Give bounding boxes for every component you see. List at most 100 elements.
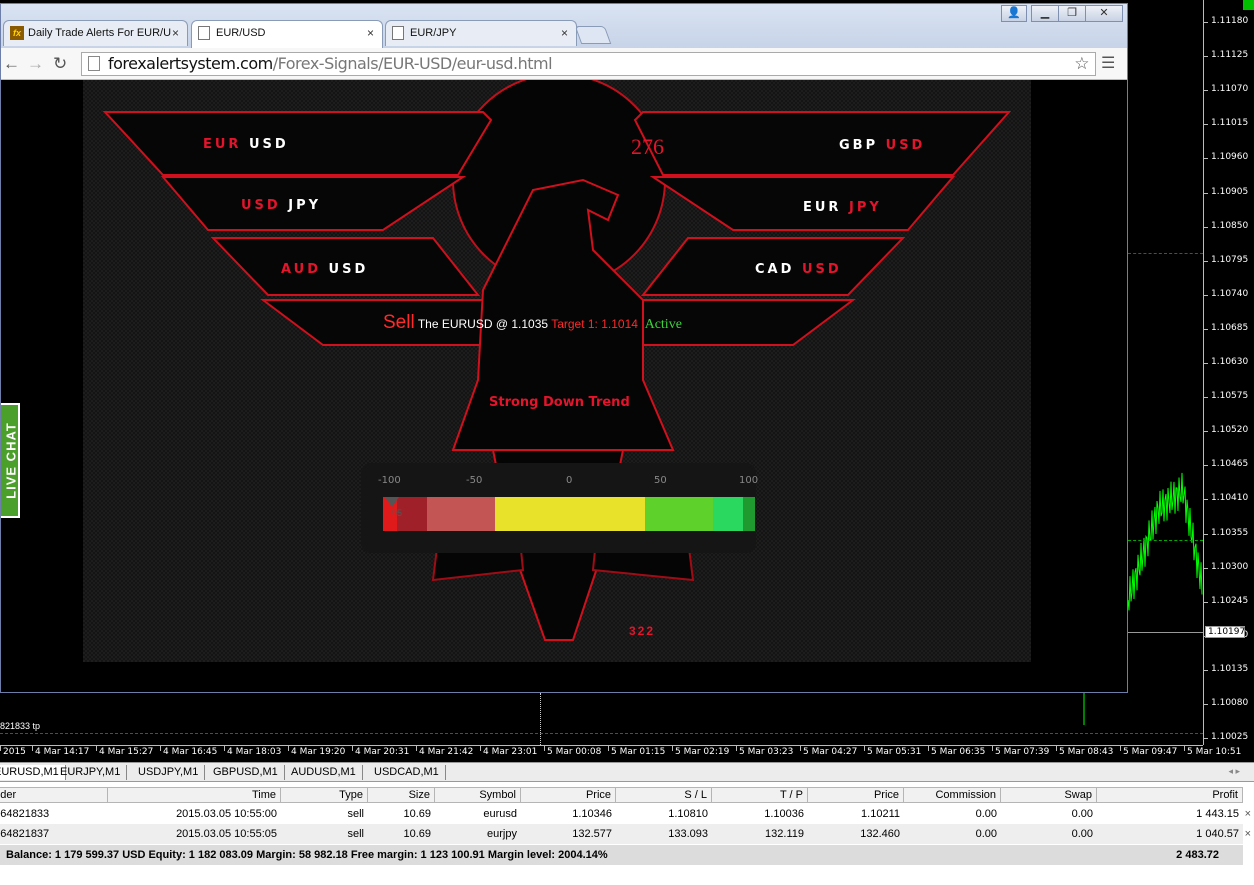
column-header[interactable]: Type (281, 787, 368, 803)
table-row[interactable]: , 164821837 2015.03.05 10:55:05 sell 10.69 e… (0, 824, 1251, 844)
minimize-button[interactable]: ▁ (1031, 5, 1059, 22)
pair-link-gbpusd[interactable]: GBP USD (839, 138, 925, 153)
table-cell: 10.69 (403, 808, 431, 820)
back-icon[interactable]: ← (3, 55, 20, 73)
browser-tab-eurjpy[interactable]: EUR/JPY × (385, 20, 577, 46)
column-header[interactable]: Time (108, 787, 281, 803)
new-tab-button[interactable] (574, 26, 612, 44)
column-header[interactable]: Symbol (435, 787, 521, 803)
symbol-tab[interactable]: USDCAD,M1 (368, 765, 446, 780)
time-tick: 4 Mar 23:01 (480, 746, 537, 757)
signal-target: Target 1: 1.1014 (551, 317, 638, 331)
column-header[interactable]: Order (0, 787, 108, 803)
symbol-tab[interactable]: AUDUSD,M1 (285, 765, 363, 780)
column-header[interactable]: Profit (1097, 787, 1243, 803)
price-tick: 1.10135 (1204, 664, 1254, 674)
column-header[interactable]: Size (368, 787, 435, 803)
table-cell: , 164821833 (0, 808, 50, 820)
column-header[interactable]: Commission (904, 787, 1001, 803)
symbol-tab[interactable]: EURJPY,M1 (54, 765, 128, 780)
table-cell: 1 040.57 (1196, 828, 1239, 840)
web-page: 276 EUR USD USD JPY AUD USD GBP USD EUR … (1, 80, 1127, 692)
column-header[interactable]: S / L (616, 787, 712, 803)
table-cell: 1.10036 (764, 808, 804, 820)
close-icon[interactable]: × (561, 21, 568, 45)
gauge-tick: 100 (739, 475, 759, 486)
signal-line: Sell The EURUSD @ 1.1035 Target 1: 1.101… (383, 312, 682, 334)
table-cell: 2015.03.05 10:55:00 (176, 808, 277, 820)
browser-tab-daily-alerts[interactable]: fx Daily Trade Alerts For EUR/U × (3, 20, 188, 46)
gauge-bar (383, 497, 755, 531)
time-tick: 5 Mar 09:47 (1120, 746, 1177, 757)
table-row[interactable]: , 164821833 2015.03.05 10:55:00 sell 10.69 e… (0, 804, 1251, 824)
price-tick: 1.11070 (1204, 84, 1254, 94)
table-cell: 2015.03.05 10:55:05 (176, 828, 277, 840)
sl-level-line (1128, 253, 1203, 254)
url-host: forexalertsystem.com (108, 54, 273, 73)
signal-status: Active (644, 317, 682, 332)
column-header[interactable]: Swap (1001, 787, 1097, 803)
url-path: /Forex-Signals/EUR-USD/eur-usd.html (272, 54, 553, 73)
address-bar[interactable]: forexalertsystem.com/Forex-Signals/EUR-U… (81, 52, 1096, 76)
time-tick: 5 Mar 07:39 (992, 746, 1049, 757)
table-cell: 1.10211 (861, 808, 900, 820)
time-tick: 5 Mar 02:19 (672, 746, 729, 757)
browser-tab-eurusd[interactable]: EUR/USD × (191, 20, 383, 48)
price-tick: 1.11125 (1204, 50, 1254, 60)
alert-count-bottom: 322 (629, 624, 656, 638)
symbol-tab[interactable]: USDJPY,M1 (132, 765, 206, 780)
trend-label: Strong Down Trend (489, 395, 630, 410)
time-tick: 5 Mar 05:31 (864, 746, 921, 757)
bookmark-star-icon[interactable]: ☆ (1074, 53, 1089, 75)
pair-link-eurjpy[interactable]: EUR JPY (803, 200, 882, 215)
table-cell: 1.10810 (668, 808, 708, 820)
pair-link-audusd[interactable]: AUD USD (281, 262, 368, 277)
window-close-button[interactable]: ✕ (1085, 5, 1123, 22)
close-icon[interactable]: × (367, 21, 374, 45)
table-cell: 132.577 (572, 828, 612, 840)
browser-tab-strip: fx Daily Trade Alerts For EUR/U × EUR/US… (1, 4, 1127, 48)
pair-link-usdjpy[interactable]: USD JPY (241, 198, 321, 213)
close-order-icon[interactable]: × (1245, 804, 1251, 824)
time-tick: 4 Mar 18:03 (224, 746, 281, 757)
signal-action: Sell (383, 312, 415, 333)
column-header[interactable]: Price (521, 787, 616, 803)
signal-text: The EURUSD @ 1.1035 (417, 317, 549, 331)
page-icon (88, 56, 100, 71)
time-tick: 5 Mar 10:51 (1184, 746, 1241, 757)
close-icon[interactable]: × (172, 21, 179, 45)
period-separator (540, 693, 541, 745)
time-tick: 5 Mar 04:27 (800, 746, 857, 757)
tab-label: EUR/USD (216, 27, 266, 39)
time-axis: 2015 4 Mar 14:17 4 Mar 15:27 4 Mar 16:45 4 M… (0, 745, 1241, 762)
maximize-button[interactable]: ❐ (1058, 5, 1086, 22)
price-tick: 1.11180 (1204, 16, 1254, 26)
time-tick: 5 Mar 01:15 (608, 746, 665, 757)
user-icon[interactable]: 👤 (1001, 5, 1027, 22)
symbol-tab[interactable]: GBPUSD,M1 (207, 765, 285, 780)
price-tick: 1.10795 (1204, 255, 1254, 265)
column-header[interactable]: T / P (712, 787, 808, 803)
tab-label: Daily Trade Alerts For EUR/U (28, 27, 172, 39)
time-tick: 4 Mar 14:17 (32, 746, 89, 757)
table-cell: 0.00 (975, 828, 997, 840)
price-tick: 1.10740 (1204, 289, 1254, 299)
price-tick: 1.10850 (1204, 221, 1254, 231)
price-tick: 1.10025 (1204, 732, 1254, 742)
pair-link-cadusd[interactable]: CAD USD (755, 262, 842, 277)
time-tick: 5 Mar 03:23 (736, 746, 793, 757)
trade-table-header: OrderTimeTypeSizeSymbolPriceS / LT / PPr… (0, 787, 1243, 803)
pair-link-eurusd[interactable]: EUR USD (203, 137, 289, 152)
gauge-marker (385, 497, 400, 507)
close-order-icon[interactable]: × (1245, 824, 1251, 844)
column-header[interactable]: Price (808, 787, 904, 803)
live-chat-button[interactable]: LIVE CHAT (1, 403, 20, 518)
menu-icon[interactable]: ☰ (1101, 55, 1115, 73)
gauge-tick: 0 (566, 475, 573, 486)
gauge-value: -95 (389, 508, 403, 518)
tab-scroll-arrows[interactable]: ◂ ▸ (1228, 766, 1240, 777)
price-tick: 1.10355 (1204, 528, 1254, 538)
reload-icon[interactable]: ↻ (53, 55, 67, 73)
forward-icon[interactable]: → (27, 55, 44, 73)
table-cell: sell (347, 808, 364, 820)
